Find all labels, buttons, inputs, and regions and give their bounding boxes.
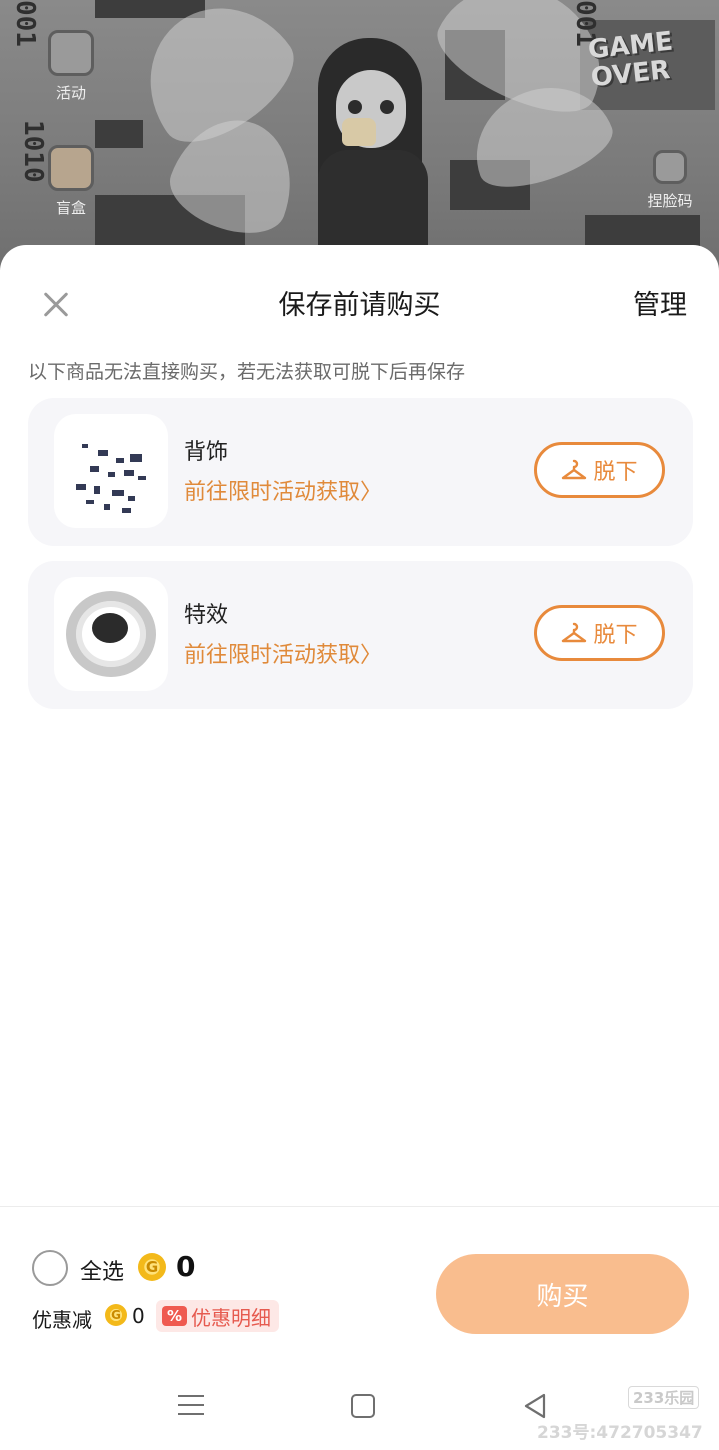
buy-button[interactable]: 购买 (436, 1254, 689, 1334)
back-accessory-thumbnail (54, 414, 168, 528)
sheet-title: 保存前请购买 (278, 290, 441, 321)
coin-icon: G (138, 1253, 166, 1281)
sheet-hint: 以下商品无法直接购买，若无法获取可脱下后再保存 (28, 361, 466, 383)
gift-box-icon (48, 145, 94, 191)
item-name: 特效 (184, 603, 229, 628)
take-off-label: 脱下 (593, 623, 638, 648)
back-icon[interactable] (522, 1392, 548, 1420)
select-all-checkbox[interactable] (32, 1250, 68, 1286)
take-off-button[interactable]: 脱下 (534, 442, 665, 498)
effect-thumbnail (54, 577, 168, 691)
watermark-logo: 233乐园 (628, 1386, 700, 1409)
take-off-label: 脱下 (593, 460, 638, 485)
list-item: 背饰 前往限时活动获取〉 脱下 (28, 398, 693, 546)
discount-amount: 0 (132, 1304, 145, 1328)
watermark-id: 233号:472705347 (537, 1423, 703, 1443)
screen: 001 1010 001 GAME OVER 活动 盲盒 捏脸码 保存前请购买 … (0, 0, 719, 1450)
coin-icon: G (105, 1304, 127, 1326)
face-code-button[interactable]: 捏脸码 (635, 150, 705, 211)
menu-icon[interactable] (178, 1393, 204, 1417)
hanger-icon (562, 459, 587, 480)
hanger-icon (562, 622, 587, 643)
item-name: 背饰 (184, 440, 229, 465)
avatar-scene-background: 001 1010 001 GAME OVER 活动 盲盒 捏脸码 (0, 0, 719, 270)
home-icon[interactable] (351, 1394, 375, 1418)
swirl-core-graphic (92, 613, 128, 643)
star-icon (48, 30, 94, 76)
manage-button[interactable]: 管理 (633, 283, 687, 322)
footer-divider (0, 1206, 719, 1207)
cat-snack-accessory (342, 118, 376, 146)
sheet-header: 保存前请购买 管理 (0, 245, 719, 360)
item-source-link[interactable]: 前往限时活动获取〉 (184, 637, 382, 669)
edit-code-icon (653, 150, 687, 184)
discount-label: 优惠减 (32, 1308, 92, 1332)
activity-button[interactable]: 活动 (36, 30, 106, 103)
percent-badge-icon: % (162, 1306, 188, 1326)
total-amount: 0 (176, 1250, 196, 1283)
select-all-label[interactable]: 全选 (80, 1254, 124, 1286)
item-source-link[interactable]: 前往限时活动获取〉 (184, 474, 382, 506)
take-off-button[interactable]: 脱下 (534, 605, 665, 661)
list-item: 特效 前往限时活动获取〉 脱下 (28, 561, 693, 709)
discount-detail-label: 优惠明细 (191, 1305, 272, 1330)
game-over-poster: GAME OVER (586, 26, 675, 94)
blind-box-button[interactable]: 盲盒 (36, 145, 106, 218)
discount-detail-button[interactable]: % 优惠明细 (156, 1300, 280, 1332)
